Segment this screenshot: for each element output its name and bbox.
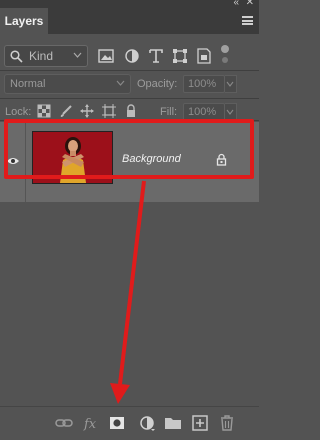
svg-text:fx: fx [83,417,97,432]
annotation-arrow [110,180,146,404]
new-layer-icon[interactable] [191,414,209,432]
layers-bottom-toolbar: fx [0,406,259,440]
new-adjustment-layer-icon[interactable] [138,414,156,432]
delete-layer-trash-icon[interactable] [218,414,236,432]
new-group-folder-icon[interactable] [164,414,182,432]
add-layer-mask-icon[interactable] [108,414,126,432]
link-layers-icon[interactable] [55,414,73,432]
fx-layer-style-icon[interactable]: fx [82,414,100,432]
